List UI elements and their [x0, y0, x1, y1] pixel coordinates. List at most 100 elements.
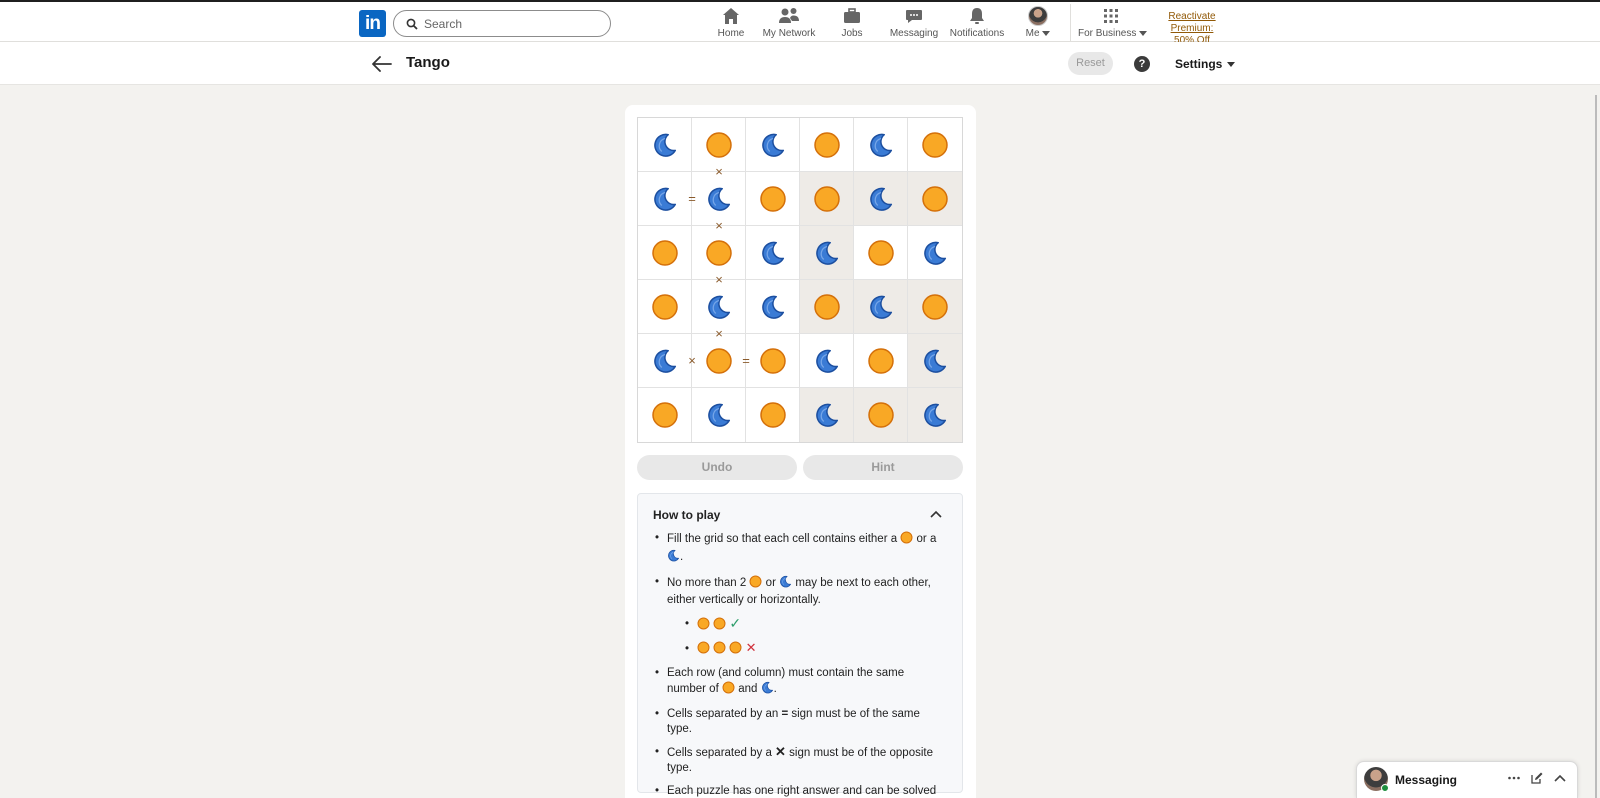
- sun-icon: [749, 575, 762, 593]
- equal-sign-icon: =: [742, 353, 750, 368]
- rule-text: Fill the grid so that each cell contains…: [667, 533, 898, 545]
- board-cell[interactable]: [800, 172, 854, 226]
- rule-equal-sign: Cells separated by an = sign must be of …: [653, 707, 943, 736]
- board-cell[interactable]: [692, 334, 746, 388]
- messaging-overlay[interactable]: Messaging: [1356, 761, 1578, 798]
- sun-icon: [713, 641, 726, 659]
- board-cell[interactable]: [800, 334, 854, 388]
- hint-button[interactable]: Hint: [803, 455, 963, 480]
- sun-icon: [722, 681, 735, 699]
- board-cell[interactable]: [692, 388, 746, 442]
- rule-text: .: [680, 550, 684, 563]
- board-cell[interactable]: [854, 280, 908, 334]
- rule-unique-solution: Each puzzle has one right answer and can…: [653, 784, 943, 798]
- game-header: Tango Reset ? Settings: [0, 42, 1600, 85]
- settings-label: Settings: [1175, 57, 1223, 71]
- rule-fill: Fill the grid so that each cell contains…: [653, 531, 943, 566]
- board-cell[interactable]: [746, 172, 800, 226]
- nav-divider: [1070, 4, 1071, 42]
- board-cell[interactable]: [908, 226, 962, 280]
- rule-text: .: [773, 682, 777, 695]
- board-cell[interactable]: [800, 280, 854, 334]
- board-cell[interactable]: [746, 226, 800, 280]
- board-cell[interactable]: [746, 334, 800, 388]
- board-cell[interactable]: [638, 388, 692, 442]
- nav-me[interactable]: Me: [1021, 6, 1055, 42]
- page-scrollbar[interactable]: [1595, 95, 1597, 798]
- board-cell[interactable]: [638, 334, 692, 388]
- nav-jobs-label: Jobs: [841, 28, 863, 39]
- chevron-up-icon[interactable]: [1553, 771, 1567, 785]
- avatar: [1028, 6, 1048, 26]
- nav-for-business-label: For Business: [1078, 28, 1148, 39]
- chevron-down-icon: [1042, 30, 1051, 36]
- rule-balance: Each row (and column) must contain the s…: [653, 666, 943, 698]
- back-arrow-icon[interactable]: [370, 54, 394, 74]
- rule-text: Each puzzle has one right answer and can…: [667, 785, 937, 797]
- rule-text: or a: [916, 533, 937, 545]
- board-cell[interactable]: [854, 226, 908, 280]
- nav-messaging-label: Messaging: [889, 28, 939, 39]
- chevron-up-icon[interactable]: [930, 510, 942, 518]
- moon-icon: [667, 549, 680, 567]
- nav-me-label: Me: [1021, 28, 1055, 39]
- cross-sign-icon: ×: [715, 272, 723, 287]
- briefcase-icon: [844, 8, 860, 23]
- board-cell[interactable]: [854, 118, 908, 172]
- rule-text: and: [738, 682, 758, 695]
- board-cell[interactable]: [854, 388, 908, 442]
- board-cell[interactable]: [800, 118, 854, 172]
- board-cell[interactable]: [908, 280, 962, 334]
- rule-cross-sign: Cells separated by a ✕ sign must be of t…: [653, 744, 943, 775]
- nav-home[interactable]: Home: [711, 6, 751, 42]
- more-options-icon[interactable]: [1507, 771, 1521, 785]
- rule-text: Cells separated by a: [667, 747, 772, 759]
- board-cell[interactable]: [908, 388, 962, 442]
- game-panel: × = × × × × = Undo Hint How to play Fill the g…: [625, 105, 976, 798]
- search-input[interactable]: [424, 14, 602, 34]
- how-to-play-title[interactable]: How to play: [653, 508, 720, 523]
- how-to-play-panel: How to play Fill the grid so that each c…: [637, 493, 963, 798]
- board-cell[interactable]: [800, 226, 854, 280]
- example-valid: ✓: [667, 616, 943, 632]
- cross-sign-icon: ×: [688, 353, 696, 368]
- nav-for-business[interactable]: For Business: [1078, 6, 1148, 42]
- checkmark-icon: ✓: [729, 615, 742, 631]
- rule-text: Each row (and column) must contain the s…: [667, 667, 905, 695]
- linkedin-logo[interactable]: in: [359, 10, 386, 37]
- reset-button[interactable]: Reset: [1068, 52, 1113, 75]
- compose-icon[interactable]: [1530, 771, 1544, 785]
- board-cell[interactable]: [638, 226, 692, 280]
- board-cell[interactable]: [800, 388, 854, 442]
- board-cell[interactable]: [854, 334, 908, 388]
- settings-dropdown[interactable]: Settings: [1175, 57, 1236, 71]
- undo-button[interactable]: Undo: [637, 455, 797, 480]
- board-cell[interactable]: [908, 172, 962, 226]
- rules-list: Fill the grid so that each cell contains…: [653, 531, 943, 798]
- cross-sign-icon: ×: [715, 218, 723, 233]
- nav-notifications[interactable]: Notifications: [949, 6, 1005, 42]
- board-cell[interactable]: [908, 118, 962, 172]
- search-icon: [406, 18, 418, 30]
- nav-my-network[interactable]: My Network: [760, 6, 818, 42]
- board-cell[interactable]: [746, 280, 800, 334]
- nav-jobs[interactable]: Jobs: [832, 6, 872, 42]
- help-icon[interactable]: ?: [1134, 56, 1150, 72]
- nav-messaging[interactable]: Messaging: [888, 6, 940, 42]
- board-cell[interactable]: [908, 334, 962, 388]
- board-cell[interactable]: [638, 172, 692, 226]
- page-title: Tango: [406, 54, 450, 71]
- board-cell[interactable]: [854, 172, 908, 226]
- rule-text: Cells separated by an: [667, 708, 779, 720]
- board-cell[interactable]: [638, 118, 692, 172]
- nav-home-label: Home: [717, 28, 745, 39]
- board-cell[interactable]: [746, 388, 800, 442]
- rule-adjacent: No more than 2 or may be next to each ot…: [653, 575, 943, 657]
- search-box[interactable]: [393, 10, 611, 37]
- bell-icon: [970, 8, 984, 24]
- cross-icon: ✕: [745, 640, 757, 655]
- equal-sign-icon: =: [781, 708, 789, 720]
- cross-sign-icon: ✕: [775, 744, 786, 759]
- board-cell[interactable]: [746, 118, 800, 172]
- board-cell[interactable]: [638, 280, 692, 334]
